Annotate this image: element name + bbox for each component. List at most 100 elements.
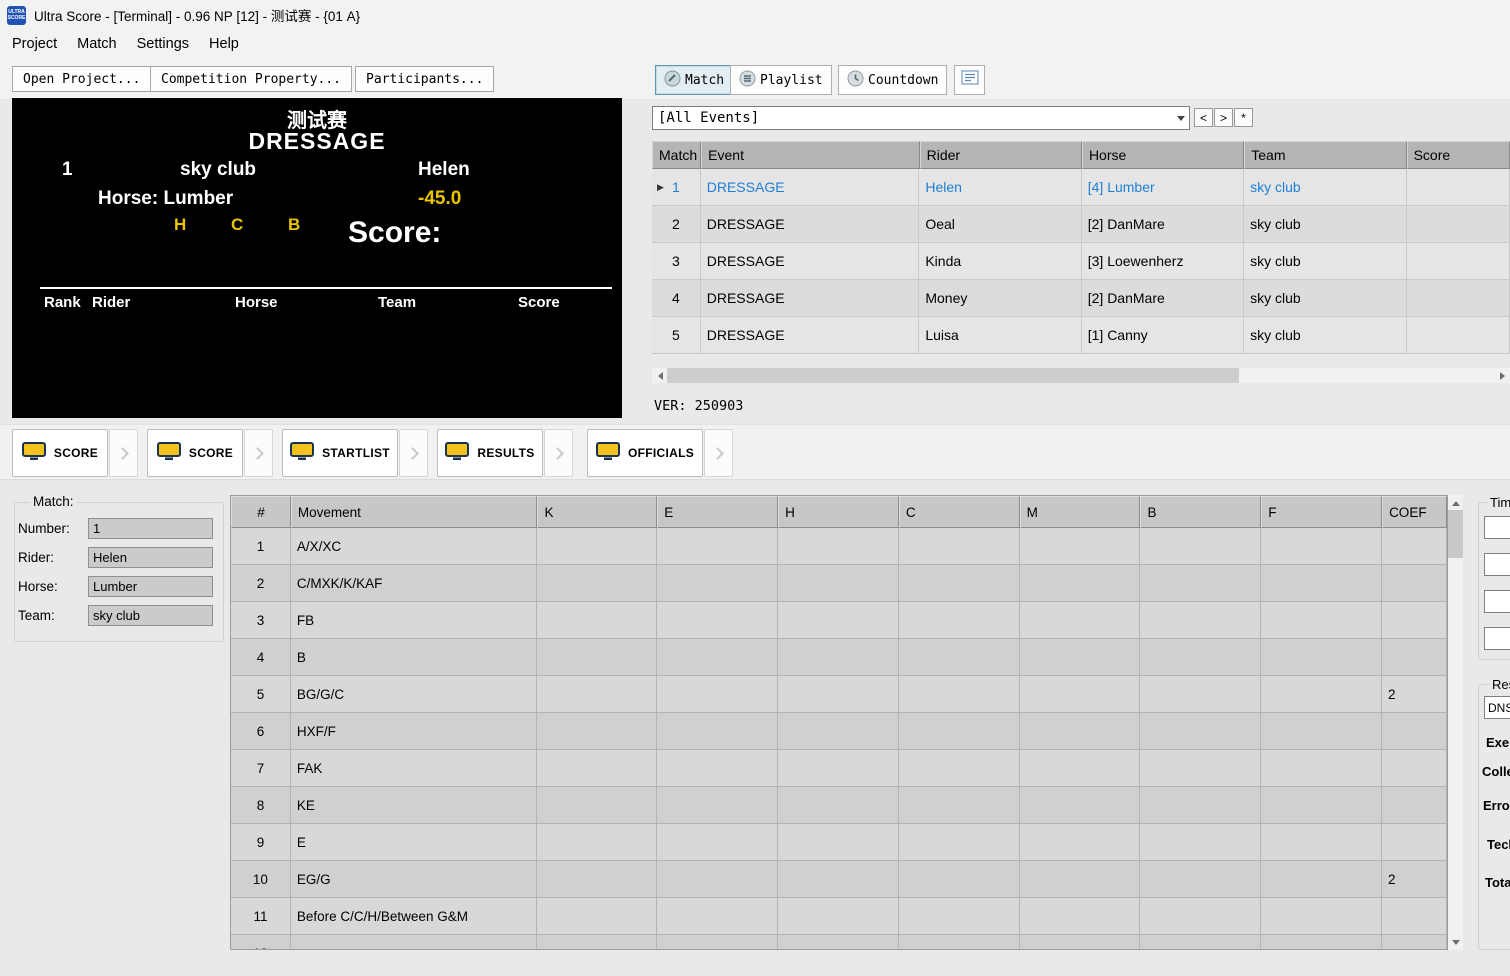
score-cell-B[interactable] — [1140, 861, 1261, 898]
score-cell-M[interactable] — [1020, 898, 1141, 935]
horse-field[interactable] — [88, 576, 213, 597]
column-header-team[interactable]: Team — [1244, 141, 1406, 169]
score-cell-K[interactable] — [537, 639, 657, 676]
events-filter-select[interactable]: [All Events] — [652, 106, 1190, 130]
score-cell-C[interactable] — [899, 824, 1020, 861]
score-cell-M[interactable] — [1020, 750, 1141, 787]
score-cell-B[interactable] — [1140, 565, 1261, 602]
score-cell-H[interactable] — [778, 898, 899, 935]
display-results-button[interactable]: RESULTS — [437, 429, 543, 477]
score-cell-C[interactable] — [899, 861, 1020, 898]
rider-field[interactable] — [88, 547, 213, 568]
display-officials-next-button[interactable] — [704, 429, 733, 477]
score-cell-H[interactable] — [778, 935, 899, 950]
score-cell-K[interactable] — [537, 565, 657, 602]
playlist-toggle-button[interactable]: Playlist — [730, 65, 832, 95]
score-cell-H[interactable] — [778, 787, 899, 824]
all-events-button[interactable]: * — [1234, 108, 1253, 127]
score-cell-F[interactable] — [1261, 639, 1382, 676]
score-cell-M[interactable] — [1020, 713, 1141, 750]
score-cell-M[interactable] — [1020, 528, 1141, 565]
time-field-3[interactable] — [1484, 590, 1510, 613]
score-cell-C[interactable] — [899, 898, 1020, 935]
score-cell-F[interactable] — [1261, 935, 1382, 950]
table-row[interactable]: 5 DRESSAGE Luisa [1] Canny sky club — [652, 317, 1510, 354]
display-officials-button[interactable]: OFFICIALS — [587, 429, 703, 477]
score-cell-F[interactable] — [1261, 824, 1382, 861]
score-cell-E[interactable] — [657, 639, 778, 676]
notes-display-button[interactable] — [954, 65, 985, 95]
score-cell-F[interactable] — [1261, 898, 1382, 935]
score-cell-C[interactable] — [899, 787, 1020, 824]
vscroll-thumb[interactable] — [1448, 510, 1463, 558]
score-cell-F[interactable] — [1261, 528, 1382, 565]
column-header-horse[interactable]: Horse — [1082, 141, 1244, 169]
scroll-right-arrow[interactable] — [1495, 368, 1510, 383]
score-cell-F[interactable] — [1261, 713, 1382, 750]
score-cell-B[interactable] — [1140, 639, 1261, 676]
column-header-score[interactable]: Score — [1407, 141, 1510, 169]
score-cell-B[interactable] — [1140, 935, 1261, 950]
score-cell-B[interactable] — [1140, 602, 1261, 639]
score-cell-B[interactable] — [1140, 898, 1261, 935]
scroll-left-arrow[interactable] — [652, 368, 667, 383]
menu-help[interactable]: Help — [199, 32, 249, 56]
score-cell-C[interactable] — [899, 602, 1020, 639]
score-cell-C[interactable] — [899, 528, 1020, 565]
display-score-1-next-button[interactable] — [109, 429, 138, 477]
score-cell-M[interactable] — [1020, 565, 1141, 602]
score-cell-H[interactable] — [778, 528, 899, 565]
score-cell-E[interactable] — [657, 565, 778, 602]
score-cell-K[interactable] — [537, 861, 657, 898]
score-cell-E[interactable] — [657, 861, 778, 898]
column-header-rider[interactable]: Rider — [920, 141, 1082, 169]
score-cell-B[interactable] — [1140, 787, 1261, 824]
score-cell-F[interactable] — [1261, 565, 1382, 602]
scroll-up-arrow[interactable] — [1448, 495, 1463, 510]
score-cell-K[interactable] — [537, 787, 657, 824]
score-cell-E[interactable] — [657, 602, 778, 639]
score-cell-H[interactable] — [778, 750, 899, 787]
score-cell-F[interactable] — [1261, 861, 1382, 898]
score-cell-M[interactable] — [1020, 639, 1141, 676]
score-cell-H[interactable] — [778, 565, 899, 602]
menu-settings[interactable]: Settings — [127, 32, 199, 56]
participants-button[interactable]: Participants... — [355, 66, 494, 92]
score-cell-M[interactable] — [1020, 602, 1141, 639]
score-cell-F[interactable] — [1261, 602, 1382, 639]
score-cell-K[interactable] — [537, 713, 657, 750]
score-cell-E[interactable] — [657, 713, 778, 750]
score-cell-K[interactable] — [537, 676, 657, 713]
next-event-button[interactable]: > — [1214, 108, 1233, 127]
score-cell-E[interactable] — [657, 787, 778, 824]
score-cell-B[interactable] — [1140, 528, 1261, 565]
score-cell-H[interactable] — [778, 713, 899, 750]
score-cell-K[interactable] — [537, 935, 657, 950]
score-cell-K[interactable] — [537, 898, 657, 935]
score-cell-M[interactable] — [1020, 935, 1141, 950]
score-cell-K[interactable] — [537, 602, 657, 639]
time-field-2[interactable] — [1484, 553, 1510, 576]
score-cell-B[interactable] — [1140, 676, 1261, 713]
countdown-toggle-button[interactable]: Countdown — [838, 65, 947, 95]
column-header-event[interactable]: Event — [701, 141, 919, 169]
score-cell-F[interactable] — [1261, 750, 1382, 787]
score-cell-E[interactable] — [657, 750, 778, 787]
score-cell-E[interactable] — [657, 898, 778, 935]
score-cell-H[interactable] — [778, 602, 899, 639]
score-cell-K[interactable] — [537, 528, 657, 565]
table-row[interactable]: ▶1 DRESSAGE Helen [4] Lumber sky club — [652, 169, 1510, 206]
score-cell-E[interactable] — [657, 676, 778, 713]
menu-match[interactable]: Match — [67, 32, 127, 56]
time-field-4[interactable] — [1484, 627, 1510, 650]
score-cell-E[interactable] — [657, 935, 778, 950]
prev-event-button[interactable]: < — [1194, 108, 1213, 127]
score-cell-M[interactable] — [1020, 676, 1141, 713]
table-row[interactable]: 4 DRESSAGE Money [2] DanMare sky club — [652, 280, 1510, 317]
score-cell-E[interactable] — [657, 528, 778, 565]
display-score-2-button[interactable]: SCORE — [147, 429, 243, 477]
score-cell-H[interactable] — [778, 676, 899, 713]
team-field[interactable] — [88, 605, 213, 626]
table-row[interactable]: 3 DRESSAGE Kinda [3] Loewenherz sky club — [652, 243, 1510, 280]
menu-project[interactable]: Project — [2, 32, 67, 56]
